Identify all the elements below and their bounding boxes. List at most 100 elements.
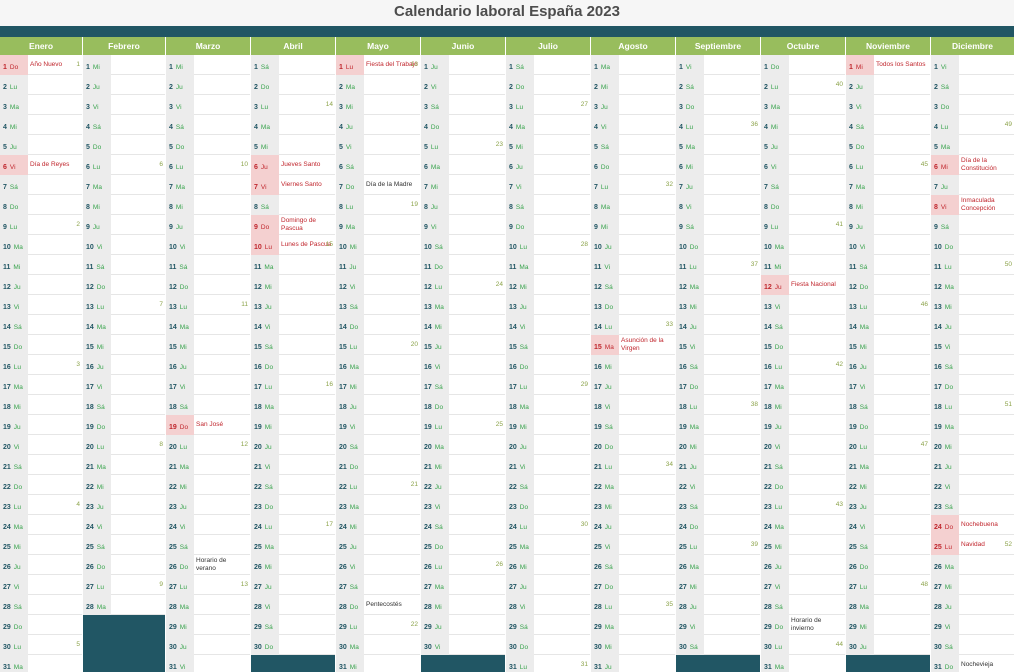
day-row[interactable]: 9 Mi [591, 215, 675, 235]
day-row[interactable]: 20 Mi [931, 435, 1014, 455]
day-row[interactable]: 12 Do [846, 275, 930, 295]
day-row[interactable]: 6 Lu 10 [166, 155, 250, 175]
day-row[interactable]: 4 Mi [0, 115, 82, 135]
day-row[interactable]: 5 Mi [506, 135, 590, 155]
day-row[interactable]: 18 Mi [761, 395, 845, 415]
day-row[interactable]: 5 Ju [0, 135, 82, 155]
day-row[interactable]: 22 Do [0, 475, 82, 495]
day-row[interactable]: 24 Mi [336, 515, 420, 535]
day-row[interactable]: 1 Sá [506, 55, 590, 75]
day-row[interactable]: 3 Vi [846, 95, 930, 115]
day-row[interactable]: 6 Ju [506, 155, 590, 175]
day-row[interactable]: 13 Lu 11 [166, 295, 250, 315]
day-row[interactable]: 21 Ma [166, 455, 250, 475]
day-row[interactable]: 23 Lu 4 [0, 495, 82, 515]
day-row[interactable]: 19 Ju [761, 415, 845, 435]
day-row[interactable]: 11 Sá [846, 255, 930, 275]
day-row[interactable]: 23 Do [506, 495, 590, 515]
day-row[interactable]: 15 Sá [251, 335, 335, 355]
day-row[interactable]: 30 Do [506, 635, 590, 655]
day-row[interactable]: 29 Vi [676, 615, 760, 635]
day-row[interactable]: 23 Ju [166, 495, 250, 515]
day-row[interactable]: 11 Sá [83, 255, 165, 275]
day-row[interactable]: 11 Ma [506, 255, 590, 275]
day-row[interactable]: 11 Vi [591, 255, 675, 275]
day-row[interactable]: 14 Do [336, 315, 420, 335]
day-row[interactable]: 7 Vi Viernes Santo [251, 175, 335, 195]
day-row[interactable]: 25 Ju [336, 535, 420, 555]
day-row[interactable]: 16 Sá [676, 355, 760, 375]
day-row[interactable]: 8 Vi [676, 195, 760, 215]
day-row[interactable]: 3 Vi [166, 95, 250, 115]
day-row[interactable]: 17 Mi [336, 375, 420, 395]
day-row[interactable]: 18 Sá [166, 395, 250, 415]
day-row[interactable]: 1 Vi [931, 55, 1014, 75]
day-row[interactable]: 18 Lu 51 [931, 395, 1014, 415]
day-row[interactable]: 4 Sá [846, 115, 930, 135]
day-row[interactable]: 25 Mi [761, 535, 845, 555]
day-row[interactable]: 2 Sá [676, 75, 760, 95]
day-row[interactable]: 2 Vi [421, 75, 505, 95]
day-row[interactable]: 8 Mi [166, 195, 250, 215]
day-row[interactable]: 23 Vi [421, 495, 505, 515]
day-row[interactable]: 14 Ju [676, 315, 760, 335]
day-row[interactable]: 13 Ju [506, 295, 590, 315]
day-row[interactable]: 23 Lu 43 [761, 495, 845, 515]
day-row[interactable]: 24 Ma [761, 515, 845, 535]
day-row[interactable]: 2 Sá [931, 75, 1014, 95]
day-row[interactable]: 29 Ma [591, 615, 675, 635]
day-row[interactable]: 5 Lu 23 [421, 135, 505, 155]
day-row[interactable]: 6 Lu 45 [846, 155, 930, 175]
day-row[interactable]: 24 Ju [591, 515, 675, 535]
day-row[interactable]: 31 Do Nochevieja [931, 655, 1014, 672]
day-row[interactable]: 26 Lu 26 [421, 555, 505, 575]
day-row[interactable]: 18 Sá [83, 395, 165, 415]
day-row[interactable]: 14 Mi [421, 315, 505, 335]
day-row[interactable]: 8 Ma [591, 195, 675, 215]
day-row[interactable]: 29 Vi [931, 615, 1014, 635]
day-row[interactable]: 9 Vi [421, 215, 505, 235]
day-row[interactable]: 29 Mi [166, 615, 250, 635]
day-row[interactable]: 20 Ma [421, 435, 505, 455]
day-row[interactable]: 22 Ma [591, 475, 675, 495]
day-row[interactable]: 23 Ju [846, 495, 930, 515]
day-row[interactable]: 9 Lu 2 [0, 215, 82, 235]
day-row[interactable]: 12 Do [83, 275, 165, 295]
day-row[interactable]: 28 Lu 35 [591, 595, 675, 615]
day-row[interactable]: 13 Lu 7 [83, 295, 165, 315]
day-row[interactable]: 19 Sá [591, 415, 675, 435]
day-row[interactable]: 24 Vi [166, 515, 250, 535]
day-row[interactable]: 30 Ju [846, 635, 930, 655]
day-row[interactable]: 21 Vi [251, 455, 335, 475]
day-row[interactable]: 25 Sá [83, 535, 165, 555]
day-row[interactable]: 31 Vi [166, 655, 250, 672]
day-row[interactable]: 27 Ju [251, 575, 335, 595]
day-row[interactable]: 19 Mi [506, 415, 590, 435]
day-row[interactable]: 1 Mi [83, 55, 165, 75]
day-row[interactable]: 18 Ju [336, 395, 420, 415]
day-row[interactable]: 18 Ma [506, 395, 590, 415]
day-row[interactable]: 12 Ju [0, 275, 82, 295]
day-row[interactable]: 5 Ma [931, 135, 1014, 155]
day-row[interactable]: 14 Sá [761, 315, 845, 335]
day-row[interactable]: 25 Lu Navidad 52 [931, 535, 1014, 555]
day-row[interactable]: 1 Do Año Nuevo 1 [0, 55, 82, 75]
day-row[interactable]: 14 Vi [251, 315, 335, 335]
day-row[interactable]: 20 Do [591, 435, 675, 455]
day-row[interactable]: 30 Sá [931, 635, 1014, 655]
day-row[interactable]: 18 Mi [0, 395, 82, 415]
day-row[interactable]: 23 Mi [591, 495, 675, 515]
day-row[interactable]: 15 Mi [846, 335, 930, 355]
day-row[interactable]: 16 Ju [166, 355, 250, 375]
day-row[interactable]: 29 Sá [506, 615, 590, 635]
day-row[interactable]: 2 Mi [591, 75, 675, 95]
day-row[interactable]: 13 Mi [676, 295, 760, 315]
day-row[interactable]: 16 Do [251, 355, 335, 375]
day-row[interactable]: 7 Sá [0, 175, 82, 195]
day-row[interactable]: 7 Do Día de la Madre [336, 175, 420, 195]
day-row[interactable]: 2 Do [506, 75, 590, 95]
day-row[interactable]: 18 Lu 38 [676, 395, 760, 415]
day-row[interactable]: 16 Vi [421, 355, 505, 375]
day-row[interactable]: 22 Sá [506, 475, 590, 495]
day-row[interactable]: 1 Do [761, 55, 845, 75]
